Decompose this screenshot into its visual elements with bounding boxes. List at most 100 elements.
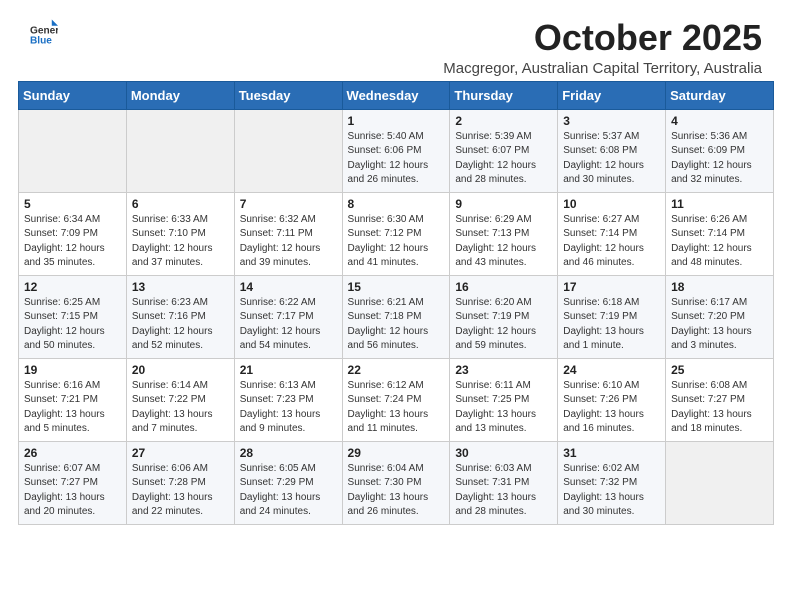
logo: General Blue [30, 18, 58, 46]
day-info: Sunrise: 6:20 AM Sunset: 7:19 PM Dayligh… [455, 296, 552, 354]
calendar-week-row: 5 Sunrise: 6:34 AM Sunset: 7:09 PM Daylig… [19, 192, 774, 275]
day-info: Sunrise: 6:25 AM Sunset: 7:15 PM Dayligh… [24, 296, 121, 354]
weekday-header-friday: Friday [558, 81, 666, 109]
calendar-cell: 21 Sunrise: 6:13 AM Sunset: 7:23 PM Dayli… [234, 358, 342, 441]
day-number: 29 [348, 446, 445, 460]
day-number: 17 [563, 280, 660, 294]
calendar-cell [666, 441, 774, 524]
day-number: 28 [240, 446, 337, 460]
calendar-cell: 13 Sunrise: 6:23 AM Sunset: 7:16 PM Dayli… [126, 275, 234, 358]
calendar-cell: 25Sunrise: 6:08 AM Sunset: 7:27 PM Dayli… [666, 358, 774, 441]
day-info: Sunrise: 6:06 AM Sunset: 7:28 PM Dayligh… [132, 462, 229, 520]
calendar-cell: 17 Sunrise: 6:18 AM Sunset: 7:19 PM Dayli… [558, 275, 666, 358]
calendar-cell: 29 Sunrise: 6:04 AM Sunset: 7:30 PM Dayli… [342, 441, 450, 524]
page-header: General Blue October 2025 Macgregor, Aus… [0, 0, 792, 81]
subtitle: Macgregor, Australian Capital Territory,… [443, 60, 762, 77]
calendar-cell: 1Sunrise: 5:40 AM Sunset: 6:06 PM Daylig… [342, 109, 450, 192]
general-blue-logo-icon: General Blue [30, 18, 58, 46]
calendar-cell: 20 Sunrise: 6:14 AM Sunset: 7:22 PM Dayli… [126, 358, 234, 441]
day-info: Sunrise: 6:32 AM Sunset: 7:11 PM Dayligh… [240, 213, 337, 271]
day-number: 3 [563, 114, 660, 128]
calendar-body: 1Sunrise: 5:40 AM Sunset: 6:06 PM Daylig… [19, 109, 774, 524]
day-number: 20 [132, 363, 229, 377]
day-info: Sunrise: 6:02 AM Sunset: 7:32 PM Dayligh… [563, 462, 660, 520]
day-info: Sunrise: 6:10 AM Sunset: 7:26 PM Dayligh… [563, 379, 660, 437]
calendar-cell: 22Sunrise: 6:12 AM Sunset: 7:24 PM Dayli… [342, 358, 450, 441]
day-info: Sunrise: 6:11 AM Sunset: 7:25 PM Dayligh… [455, 379, 552, 437]
calendar-cell: 12 Sunrise: 6:25 AM Sunset: 7:15 PM Dayli… [19, 275, 127, 358]
calendar-cell: 16Sunrise: 6:20 AM Sunset: 7:19 PM Dayli… [450, 275, 558, 358]
weekday-header-sunday: Sunday [19, 81, 127, 109]
weekday-header-row: SundayMondayTuesdayWednesdayThursdayFrid… [19, 81, 774, 109]
title-block: October 2025 Macgregor, Australian Capit… [443, 18, 762, 77]
day-info: Sunrise: 6:13 AM Sunset: 7:23 PM Dayligh… [240, 379, 337, 437]
calendar-cell: 23 Sunrise: 6:11 AM Sunset: 7:25 PM Dayli… [450, 358, 558, 441]
day-info: Sunrise: 5:36 AM Sunset: 6:09 PM Dayligh… [671, 130, 768, 188]
calendar-cell: 3 Sunrise: 5:37 AM Sunset: 6:08 PM Daylig… [558, 109, 666, 192]
calendar-cell: 19 Sunrise: 6:16 AM Sunset: 7:21 PM Dayli… [19, 358, 127, 441]
day-number: 9 [455, 197, 552, 211]
calendar-cell: 27 Sunrise: 6:06 AM Sunset: 7:28 PM Dayli… [126, 441, 234, 524]
day-info: Sunrise: 6:23 AM Sunset: 7:16 PM Dayligh… [132, 296, 229, 354]
month-title: October 2025 [443, 18, 762, 58]
day-info: Sunrise: 6:33 AM Sunset: 7:10 PM Dayligh… [132, 213, 229, 271]
calendar-table: SundayMondayTuesdayWednesdayThursdayFrid… [18, 81, 774, 525]
calendar-cell: 15 Sunrise: 6:21 AM Sunset: 7:18 PM Dayli… [342, 275, 450, 358]
day-number: 11 [671, 197, 768, 211]
day-info: Sunrise: 6:05 AM Sunset: 7:29 PM Dayligh… [240, 462, 337, 520]
calendar-cell: 5 Sunrise: 6:34 AM Sunset: 7:09 PM Daylig… [19, 192, 127, 275]
day-info: Sunrise: 6:26 AM Sunset: 7:14 PM Dayligh… [671, 213, 768, 271]
day-number: 26 [24, 446, 121, 460]
calendar-cell: 31Sunrise: 6:02 AM Sunset: 7:32 PM Dayli… [558, 441, 666, 524]
day-info: Sunrise: 6:14 AM Sunset: 7:22 PM Dayligh… [132, 379, 229, 437]
calendar-wrapper: SundayMondayTuesdayWednesdayThursdayFrid… [0, 81, 792, 535]
day-number: 8 [348, 197, 445, 211]
day-info: Sunrise: 5:39 AM Sunset: 6:07 PM Dayligh… [455, 130, 552, 188]
calendar-cell: 6Sunrise: 6:33 AM Sunset: 7:10 PM Daylig… [126, 192, 234, 275]
day-info: Sunrise: 6:16 AM Sunset: 7:21 PM Dayligh… [24, 379, 121, 437]
day-number: 21 [240, 363, 337, 377]
day-number: 14 [240, 280, 337, 294]
day-info: Sunrise: 5:37 AM Sunset: 6:08 PM Dayligh… [563, 130, 660, 188]
day-number: 13 [132, 280, 229, 294]
day-number: 15 [348, 280, 445, 294]
calendar-cell: 2Sunrise: 5:39 AM Sunset: 6:07 PM Daylig… [450, 109, 558, 192]
calendar-cell: 30Sunrise: 6:03 AM Sunset: 7:31 PM Dayli… [450, 441, 558, 524]
calendar-cell: 7 Sunrise: 6:32 AM Sunset: 7:11 PM Daylig… [234, 192, 342, 275]
calendar-week-row: 26Sunrise: 6:07 AM Sunset: 7:27 PM Dayli… [19, 441, 774, 524]
day-number: 22 [348, 363, 445, 377]
calendar-cell: 8 Sunrise: 6:30 AM Sunset: 7:12 PM Daylig… [342, 192, 450, 275]
day-info: Sunrise: 6:18 AM Sunset: 7:19 PM Dayligh… [563, 296, 660, 354]
calendar-cell: 28 Sunrise: 6:05 AM Sunset: 7:29 PM Dayli… [234, 441, 342, 524]
day-number: 18 [671, 280, 768, 294]
calendar-cell [126, 109, 234, 192]
calendar-week-row: 1Sunrise: 5:40 AM Sunset: 6:06 PM Daylig… [19, 109, 774, 192]
day-info: Sunrise: 6:04 AM Sunset: 7:30 PM Dayligh… [348, 462, 445, 520]
calendar-week-row: 19 Sunrise: 6:16 AM Sunset: 7:21 PM Dayli… [19, 358, 774, 441]
calendar-cell: 4Sunrise: 5:36 AM Sunset: 6:09 PM Daylig… [666, 109, 774, 192]
day-info: Sunrise: 6:17 AM Sunset: 7:20 PM Dayligh… [671, 296, 768, 354]
weekday-header-thursday: Thursday [450, 81, 558, 109]
calendar-cell: 26Sunrise: 6:07 AM Sunset: 7:27 PM Dayli… [19, 441, 127, 524]
day-number: 27 [132, 446, 229, 460]
day-info: Sunrise: 6:22 AM Sunset: 7:17 PM Dayligh… [240, 296, 337, 354]
day-info: Sunrise: 6:21 AM Sunset: 7:18 PM Dayligh… [348, 296, 445, 354]
day-number: 24 [563, 363, 660, 377]
day-number: 25 [671, 363, 768, 377]
day-info: Sunrise: 6:34 AM Sunset: 7:09 PM Dayligh… [24, 213, 121, 271]
calendar-cell: 18 Sunrise: 6:17 AM Sunset: 7:20 PM Dayli… [666, 275, 774, 358]
day-number: 7 [240, 197, 337, 211]
day-number: 23 [455, 363, 552, 377]
day-number: 1 [348, 114, 445, 128]
calendar-week-row: 12 Sunrise: 6:25 AM Sunset: 7:15 PM Dayli… [19, 275, 774, 358]
day-number: 12 [24, 280, 121, 294]
day-info: Sunrise: 6:30 AM Sunset: 7:12 PM Dayligh… [348, 213, 445, 271]
weekday-header-tuesday: Tuesday [234, 81, 342, 109]
calendar-cell [19, 109, 127, 192]
day-number: 5 [24, 197, 121, 211]
calendar-cell: 14 Sunrise: 6:22 AM Sunset: 7:17 PM Dayli… [234, 275, 342, 358]
day-number: 10 [563, 197, 660, 211]
weekday-header-monday: Monday [126, 81, 234, 109]
svg-text:Blue: Blue [30, 36, 52, 46]
day-number: 19 [24, 363, 121, 377]
